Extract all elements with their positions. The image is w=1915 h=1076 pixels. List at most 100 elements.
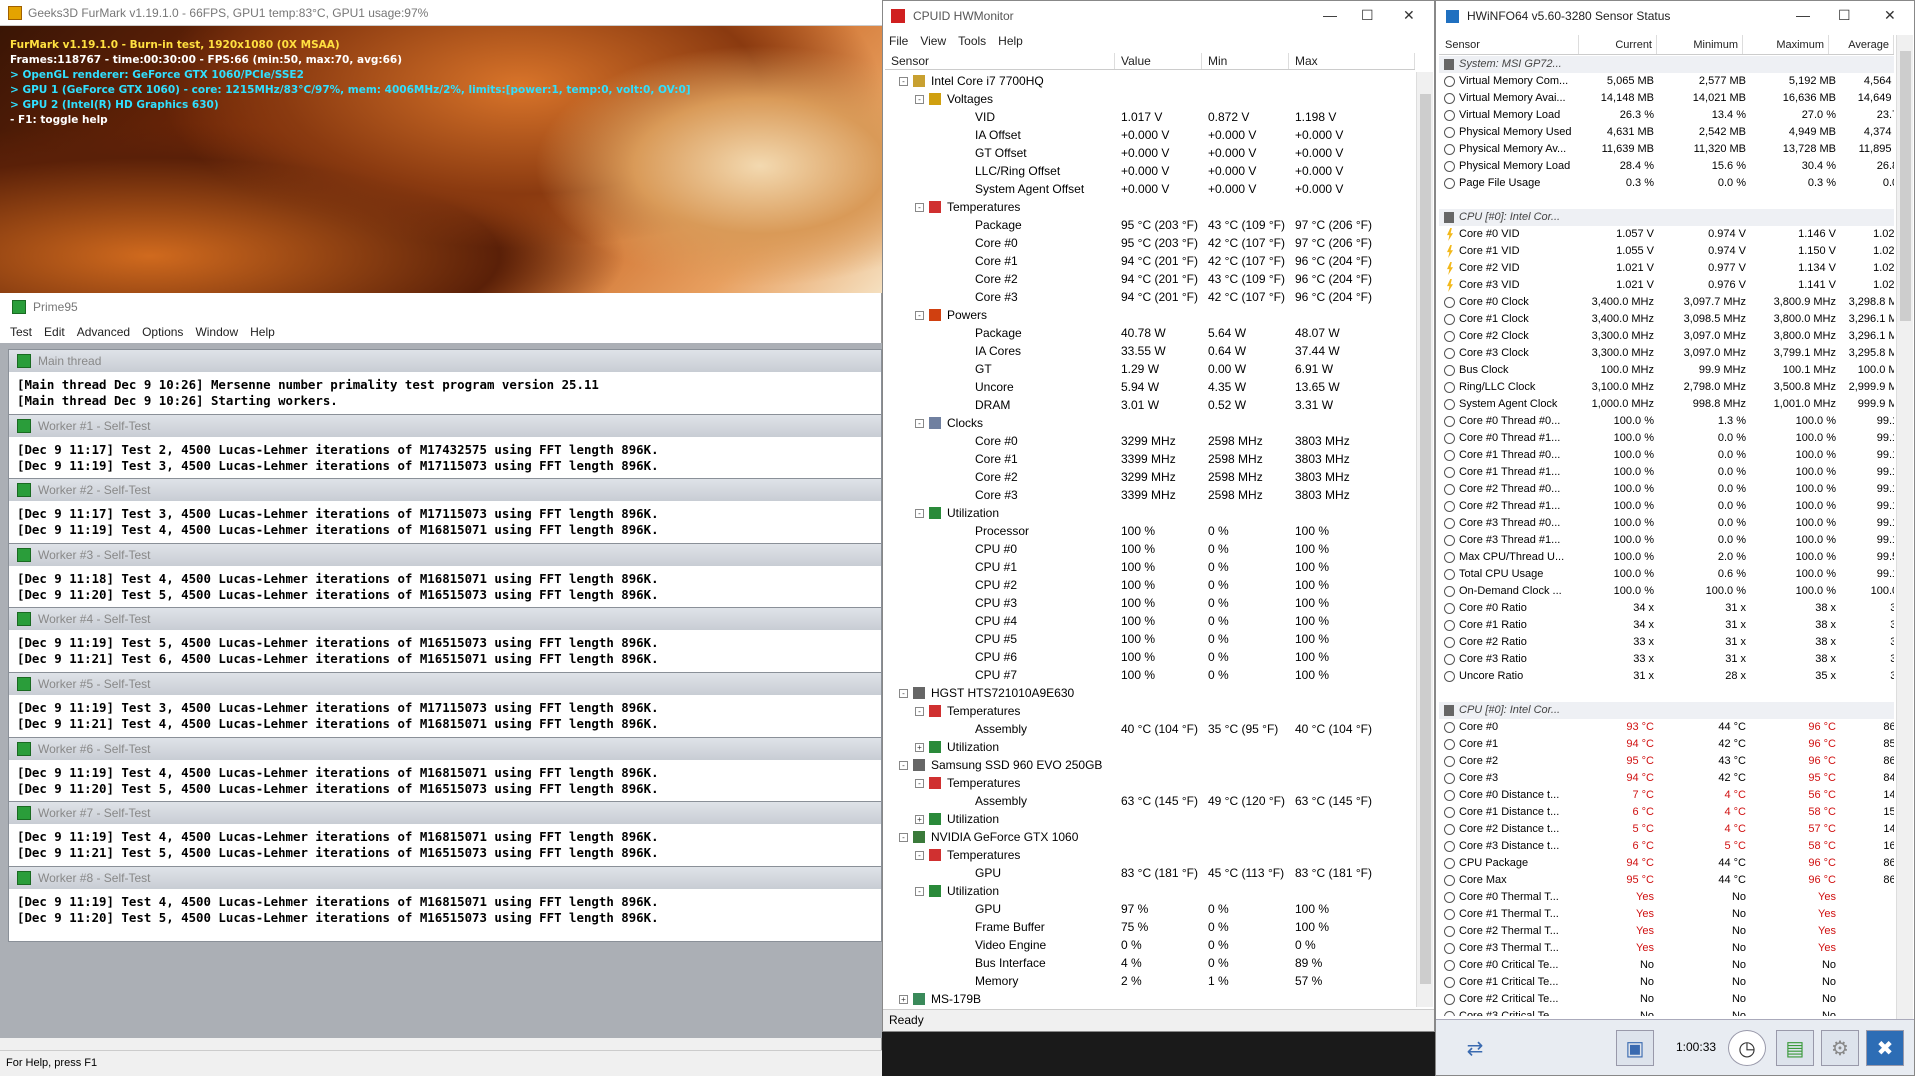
sensor-row[interactable]: Core #1 Critical Te... No No No [1439,974,1894,991]
worker-titlebar[interactable]: Worker #7 - Self-Test [9,802,881,825]
expand-toggle-icon[interactable]: - [899,77,908,86]
sensor-row[interactable]: GT 1.29 W 0.00 W 6.91 W [885,360,1415,378]
col-value[interactable]: Value [1115,53,1202,69]
minimize-icon[interactable]: — [1323,7,1337,23]
sensor-row[interactable]: CPU #2 100 % 0 % 100 % [885,576,1415,594]
sensor-row[interactable]: GPU 97 % 0 % 100 % [885,900,1415,918]
menu-item-tools[interactable]: Tools [958,34,986,48]
menu-item-test[interactable]: Test [10,325,32,339]
sensor-row[interactable]: Package 95 °C (203 °F) 43 °C (109 °F) 97 °C… [885,216,1415,234]
sensor-row[interactable]: Core #2 Ratio 33 x 31 x 38 x 33 x [1439,634,1894,651]
expand-toggle-icon[interactable]: + [899,995,908,1004]
worker-titlebar[interactable]: Worker #4 - Self-Test [9,608,881,631]
sensor-row[interactable]: Core #0 Thread #1... 100.0 % 0.0 % 100.0 % 9… [1439,430,1894,447]
sensor-row[interactable]: Core #2 95 °C 43 °C 96 °C 86 °C [1439,753,1894,770]
tree-node[interactable]: - Temperatures [885,774,1415,792]
sensor-row[interactable]: Core #0 95 °C (203 °F) 42 °C (107 °F) 97 °C… [885,234,1415,252]
minimize-icon[interactable]: — [1796,7,1810,23]
sensor-row[interactable]: Core Max 95 °C 44 °C 96 °C 86 °C [1439,872,1894,889]
col-maximum[interactable]: Maximum [1743,35,1829,54]
sensor-row[interactable]: Core #2 Thread #0... 100.0 % 0.0 % 100.0 % 9… [1439,481,1894,498]
sensor-row[interactable]: Max CPU/Thread U... 100.0 % 2.0 % 100.0 % 99… [1439,549,1894,566]
sensor-row[interactable]: Core #3 3399 MHz 2598 MHz 3803 MHz [885,486,1415,504]
sensor-row[interactable]: Core #1 Distance t... 6 °C 4 °C 58 °C 15 °C [1439,804,1894,821]
sensor-row[interactable]: Core #1 Ratio 34 x 31 x 38 x 33 x [1439,617,1894,634]
menu-item-options[interactable]: Options [142,325,183,339]
col-current[interactable]: Current [1579,35,1657,54]
sensor-row[interactable]: Bus Clock 100.0 MHz 99.9 MHz 100.1 MHz 100.0… [1439,362,1894,379]
expand-toggle-icon[interactable]: - [915,95,924,104]
sensor-row[interactable]: Assembly 40 °C (104 °F) 35 °C (95 °F) 40 °C… [885,720,1415,738]
sensor-row[interactable]: Core #3 94 °C 42 °C 95 °C 84 °C [1439,770,1894,787]
sensor-row[interactable]: CPU #3 100 % 0 % 100 % [885,594,1415,612]
maximize-icon[interactable]: ☐ [1361,7,1374,24]
expand-toggle-icon[interactable]: - [915,707,924,716]
close-sensors-icon[interactable]: ✖ [1866,1030,1904,1066]
expand-toggle-icon[interactable]: - [915,887,924,896]
sensor-row[interactable]: CPU #1 100 % 0 % 100 % [885,558,1415,576]
sensor-row[interactable]: Core #3 Distance t... 6 °C 5 °C 58 °C 16 °C [1439,838,1894,855]
sensor-row[interactable]: Core #1 Thermal T... Yes No Yes [1439,906,1894,923]
expand-toggle-icon[interactable]: - [915,851,924,860]
menu-item-help[interactable]: Help [998,34,1023,48]
sensor-row[interactable]: Package 40.78 W 5.64 W 48.07 W [885,324,1415,342]
hwinfo-titlebar[interactable]: HWiNFO64 v5.60-3280 Sensor Status — ☐ ✕ [1436,1,1914,31]
tree-node[interactable]: + Utilization [885,810,1415,828]
sensor-row[interactable]: CPU Package 94 °C 44 °C 96 °C 86 °C [1439,855,1894,872]
sensor-row[interactable]: Physical Memory Load 28.4 % 15.6 % 30.4 % 26… [1439,158,1894,175]
sensor-row[interactable]: Core #2 Critical Te... No No No [1439,991,1894,1008]
menu-item-help[interactable]: Help [250,325,275,339]
sensor-row[interactable]: Core #3 Clock 3,300.0 MHz 3,097.0 MHz 3,799… [1439,345,1894,362]
sensor-row[interactable]: Core #0 Distance t... 7 °C 4 °C 56 °C 14 °C [1439,787,1894,804]
sensor-row[interactable]: Core #0 Clock 3,400.0 MHz 3,097.7 MHz 3,800… [1439,294,1894,311]
sensor-row[interactable]: Physical Memory Used 4,631 MB 2,542 MB 4,94… [1439,124,1894,141]
sensor-row[interactable]: Core #1 94 °C 42 °C 96 °C 85 °C [1439,736,1894,753]
sensor-row[interactable]: Uncore Ratio 31 x 28 x 35 x 30 x [1439,668,1894,685]
furmark-titlebar[interactable]: Geeks3D FurMark v1.19.1.0 - 66FPS, GPU1 … [0,0,882,26]
sensor-row[interactable]: IA Offset +0.000 V +0.000 V +0.000 V [885,126,1415,144]
scroll-thumb[interactable] [1420,94,1431,984]
worker-titlebar[interactable]: Worker #2 - Self-Test [9,479,881,502]
expand-toggle-icon[interactable]: - [915,311,924,320]
sensor-group-header[interactable]: CPU [#0]: Intel Cor... [1439,209,1894,226]
expand-toggle-icon[interactable]: - [915,779,924,788]
sensor-row[interactable]: Core #3 Thread #1... 100.0 % 0.0 % 100.0 % 9… [1439,532,1894,549]
expand-toggle-icon[interactable]: - [899,761,908,770]
expand-toggle-icon[interactable]: + [915,743,924,752]
sensor-row[interactable]: Bus Interface 4 % 0 % 89 % [885,954,1415,972]
sensor-row[interactable]: GPU 83 °C (181 °F) 45 °C (113 °F) 83 °C (18… [885,864,1415,882]
sensor-row[interactable]: Core #2 Thermal T... Yes No Yes [1439,923,1894,940]
sensor-row[interactable]: CPU #5 100 % 0 % 100 % [885,630,1415,648]
col-max[interactable]: Max [1289,53,1415,69]
sensor-group-header[interactable]: CPU [#0]: Intel Cor... [1439,702,1894,719]
expand-toggle-icon[interactable]: + [915,815,924,824]
tree-node[interactable]: - Powers [885,306,1415,324]
sensor-row[interactable]: Core #1 VID 1.055 V 0.974 V 1.150 V 1.025 V [1439,243,1894,260]
tree-node[interactable]: - Temperatures [885,846,1415,864]
sensor-row[interactable]: Core #0 Thermal T... Yes No Yes [1439,889,1894,906]
tree-node[interactable]: - Samsung SSD 960 EVO 250GB [885,756,1415,774]
col-sensor[interactable]: Sensor [1439,35,1579,54]
tree-node[interactable]: + Utilization [885,738,1415,756]
expand-toggle-icon[interactable]: - [915,419,924,428]
worker-titlebar[interactable]: Worker #5 - Self-Test [9,673,881,695]
tree-node[interactable]: - Utilization [885,504,1415,522]
sensor-row[interactable]: System Agent Clock 1,000.0 MHz 998.8 MHz 1,… [1439,396,1894,413]
sensor-row[interactable]: Core #0 3299 MHz 2598 MHz 3803 MHz [885,432,1415,450]
col-average[interactable]: Average [1829,35,1894,54]
sensor-row[interactable]: Core #0 Critical Te... No No No [1439,957,1894,974]
close-icon[interactable]: ✕ [1403,7,1415,24]
col-sensor[interactable]: Sensor [885,53,1115,69]
hwmonitor-scrollbar[interactable] [1416,72,1433,1007]
tree-node[interactable]: - Voltages [885,90,1415,108]
prime95-titlebar[interactable]: Prime95 [0,293,881,321]
sensor-row[interactable]: System Agent Offset +0.000 V +0.000 V +0.00… [885,180,1415,198]
hwinfo-scrollbar[interactable] [1896,35,1913,1019]
sensor-row[interactable]: Core #2 3299 MHz 2598 MHz 3803 MHz [885,468,1415,486]
scroll-thumb[interactable] [1900,51,1911,321]
sensor-row[interactable]: Total CPU Usage 100.0 % 0.6 % 100.0 % 99.1 % [1439,566,1894,583]
tree-node[interactable]: + MS-179B [885,990,1415,1007]
sensor-row[interactable]: LLC/Ring Offset +0.000 V +0.000 V +0.000 V [885,162,1415,180]
sensor-row[interactable]: Processor 100 % 0 % 100 % [885,522,1415,540]
sensor-row[interactable]: CPU #6 100 % 0 % 100 % [885,648,1415,666]
